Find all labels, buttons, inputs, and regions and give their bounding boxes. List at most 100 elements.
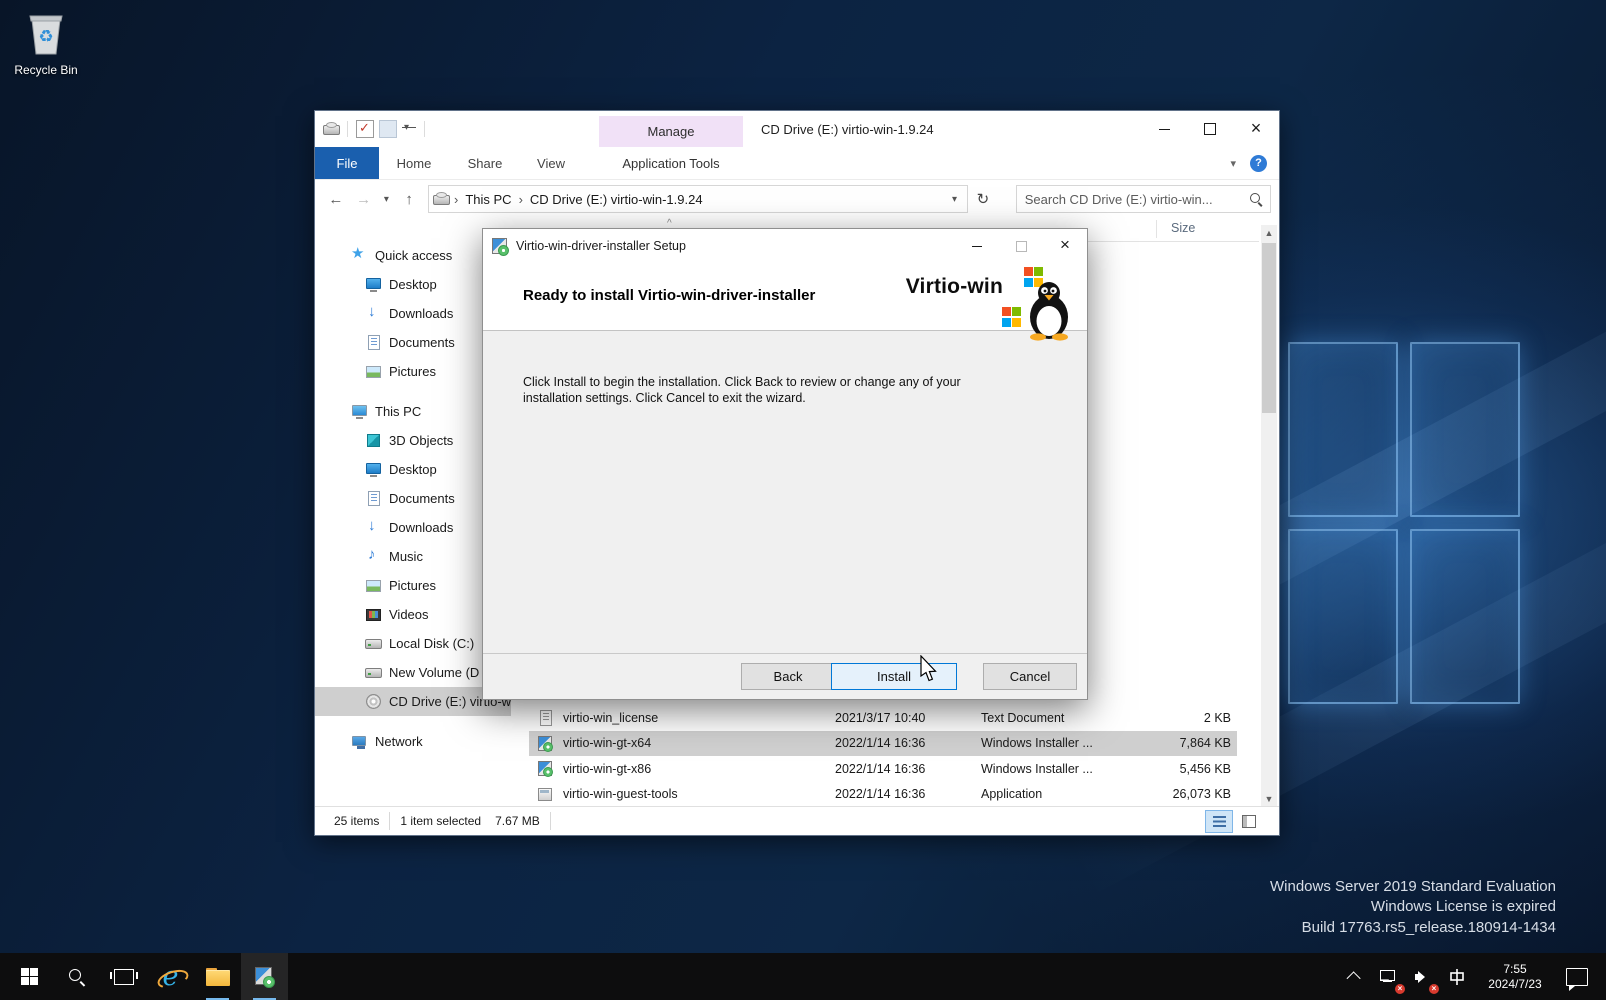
recent-locations-chevron-icon[interactable]: ▾ — [378, 186, 394, 212]
file-name: virtio-win-guest-tools — [563, 787, 835, 801]
vertical-scrollbar[interactable]: ▲ ▼ — [1261, 225, 1277, 807]
file-row-virtio-win-guest-tools[interactable]: virtio-win-guest-tools2022/1/14 16:36App… — [529, 782, 1237, 808]
checkbox-icon[interactable] — [356, 120, 374, 138]
file-name: virtio-win-gt-x64 — [563, 736, 835, 750]
tab-application-tools[interactable]: Application Tools — [599, 147, 743, 179]
breadcrumb-chevron-icon: › — [519, 192, 523, 207]
ime-chinese-icon — [1448, 968, 1466, 986]
folder-icon — [206, 968, 230, 986]
search-input[interactable] — [1023, 191, 1249, 208]
file-date-modified: 2022/1/14 16:36 — [835, 736, 981, 750]
taskbar: e × × 7:55 2024/7/23 — [0, 953, 1606, 1000]
action-center-button[interactable] — [1558, 953, 1596, 1000]
cd-icon — [365, 693, 382, 710]
close-button[interactable] — [1233, 111, 1279, 147]
file-explorer-button[interactable] — [194, 953, 241, 1000]
screen: ♻ Recycle Bin Manage CD Drive (E:) virti… — [0, 0, 1606, 1000]
sidebar-item-label: Desktop — [389, 277, 437, 292]
video-icon — [365, 606, 382, 623]
task-view-button[interactable] — [100, 953, 147, 1000]
picture-icon — [365, 577, 382, 594]
scroll-up-icon[interactable]: ▲ — [1261, 225, 1277, 241]
ribbon-tab-row: FileHomeShareView Application Tools ▾ ? — [315, 147, 1279, 180]
volume-status[interactable]: × — [1408, 953, 1438, 1000]
help-icon[interactable]: ? — [1250, 155, 1267, 172]
breadcrumb-chevron-icon: › — [454, 192, 458, 207]
manage-context-label[interactable]: Manage — [599, 116, 743, 147]
cancel-button[interactable]: Cancel — [983, 663, 1077, 690]
dialog-close-button[interactable] — [1043, 229, 1087, 263]
back-button[interactable]: Back — [741, 663, 835, 690]
sidebar-item-network[interactable]: Network — [315, 727, 511, 756]
recycle-bin-label: Recycle Bin — [6, 63, 86, 77]
maximize-button[interactable] — [1187, 111, 1233, 147]
tray-expand-chevron[interactable] — [1340, 953, 1370, 1000]
start-button[interactable] — [6, 953, 53, 1000]
refresh-icon[interactable]: ↻ — [970, 186, 996, 212]
taskbar-search-button[interactable] — [53, 953, 100, 1000]
sidebar-item-label: Pictures — [389, 578, 436, 593]
windows-start-icon — [21, 968, 39, 986]
up-button[interactable]: ↑ — [396, 186, 422, 212]
file-row-virtio-win-gt-x64[interactable]: virtio-win-gt-x642022/1/14 16:36Windows … — [529, 731, 1237, 757]
scrollbar-thumb[interactable] — [1262, 243, 1276, 413]
virtio-win-brand: Virtio-win — [906, 275, 1003, 299]
tab-view[interactable]: View — [521, 147, 581, 179]
explorer-titlebar[interactable]: Manage CD Drive (E:) virtio-win-1.9.24 — [315, 111, 1279, 147]
dialog-minimize-button[interactable] — [955, 229, 999, 263]
customize-toolbar-chevron-icon[interactable] — [402, 127, 416, 138]
clock-time: 7:55 — [1476, 962, 1554, 977]
windows-logo-wallpaper — [1288, 342, 1520, 704]
details-view-button[interactable] — [1205, 810, 1233, 833]
drive-properties-icon[interactable] — [323, 121, 339, 137]
address-dropdown-chevron-icon[interactable]: ▾ — [946, 194, 963, 205]
windows-flag-icon — [1002, 307, 1022, 327]
tab-share[interactable]: Share — [449, 147, 521, 179]
search-box[interactable] — [1016, 185, 1271, 213]
scroll-down-icon[interactable]: ▼ — [1261, 791, 1277, 807]
file-size: 26,073 KB — [1157, 787, 1231, 801]
sidebar-item-label: This PC — [375, 404, 421, 419]
breadcrumb-item-this-pc[interactable]: This PC — [465, 192, 511, 207]
sidebar-item-label: Quick access — [375, 248, 452, 263]
status-bar: 25 items 1 item selected 7.67 MB — [315, 806, 1279, 835]
sidebar-item-label: Videos — [389, 607, 429, 622]
search-icon[interactable] — [1249, 192, 1264, 207]
dialog-button-separator — [483, 653, 1087, 654]
desktop-icon — [365, 276, 382, 293]
column-header-size[interactable]: Size — [1171, 221, 1195, 235]
large-icons-view-button[interactable] — [1235, 810, 1263, 833]
installer-app-button[interactable] — [241, 953, 288, 1000]
internet-explorer-icon: e — [156, 962, 186, 992]
tab-file[interactable]: File — [315, 147, 379, 179]
dialog-titlebar[interactable]: Virtio-win-driver-installer Setup — [483, 229, 1087, 263]
msi-file-icon — [537, 735, 555, 752]
ime-indicator[interactable] — [1442, 953, 1472, 1000]
speaker-icon — [1415, 970, 1431, 984]
breadcrumb-item-cd-drive-e-virtio-win-1-9-24[interactable]: CD Drive (E:) virtio-win-1.9.24 — [530, 192, 703, 207]
breadcrumb: › This PC › CD Drive (E:) virtio-win-1.9.24 — [449, 192, 705, 207]
new-folder-icon-disabled — [379, 120, 397, 138]
file-name: virtio-win_license — [563, 711, 835, 725]
taskbar-clock[interactable]: 7:55 2024/7/23 — [1476, 962, 1554, 992]
evaluation-watermark: Windows Server 2019 Standard EvaluationW… — [1270, 877, 1556, 939]
picture-icon — [365, 363, 382, 380]
cd-drive-icon — [433, 191, 449, 207]
ribbon-collapse-chevron-icon[interactable]: ▾ — [1230, 157, 1236, 170]
file-row-virtio-win-license[interactable]: virtio-win_license2021/3/17 10:40Text Do… — [529, 705, 1237, 731]
download-icon — [365, 305, 382, 322]
address-box[interactable]: › This PC › CD Drive (E:) virtio-win-1.9.24… — [428, 185, 968, 213]
file-row-virtio-win-gt-x86[interactable]: virtio-win-gt-x862022/1/14 16:36Windows … — [529, 756, 1237, 782]
network-status[interactable]: × — [1374, 953, 1404, 1000]
minimize-button[interactable] — [1141, 111, 1187, 147]
desktop-icon — [365, 461, 382, 478]
quick-access-toolbar — [323, 111, 428, 147]
file-name: virtio-win-gt-x86 — [563, 762, 835, 776]
tux-penguin-icon — [1023, 279, 1075, 341]
tab-home[interactable]: Home — [379, 147, 449, 179]
recycle-bin-shortcut[interactable]: ♻ Recycle Bin — [6, 8, 86, 77]
sidebar-item-label: Downloads — [389, 306, 453, 321]
internet-explorer-button[interactable]: e — [147, 953, 194, 1000]
file-date-modified: 2022/1/14 16:36 — [835, 787, 981, 801]
back-button[interactable]: ← — [323, 186, 349, 212]
